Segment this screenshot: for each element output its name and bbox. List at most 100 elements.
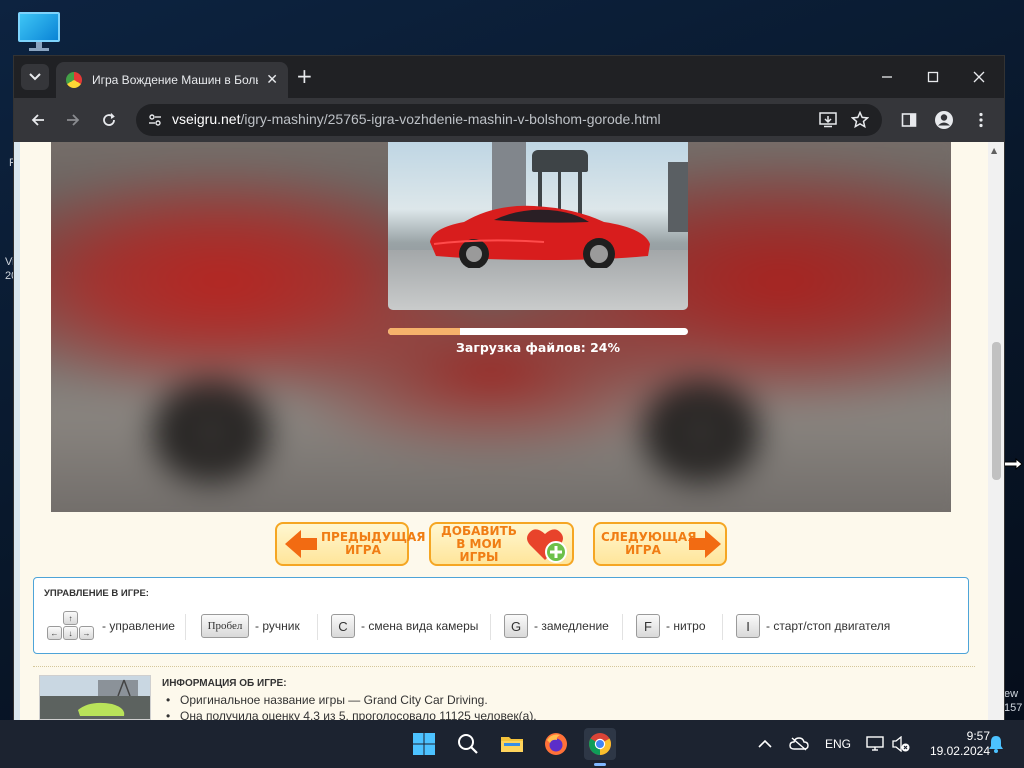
game-info-title: ИНФОРМАЦИЯ ОБ ИГРЕ: [162,678,287,689]
install-app-icon[interactable] [818,110,838,130]
this-pc-icon[interactable] [18,10,60,51]
page-left-border [14,142,20,720]
previous-game-label: ПРЕДЫДУЩАЯ ИГРА [321,530,426,557]
network-tray-icon[interactable] [866,720,884,768]
input-language[interactable]: ENG [825,720,851,768]
list-item: Она получила оценку 4.3 из 5, проголосов… [162,708,537,720]
clock-date: 19.02.2024 [929,744,990,758]
notifications-button[interactable] [988,720,1004,768]
cloud-off-icon [789,737,809,751]
loading-label: Загрузка файлов: 24% [456,340,620,355]
game-frame[interactable]: Загрузка файлов: 24% [51,142,951,512]
forward-button[interactable] [61,108,85,132]
tab-search-button[interactable] [21,64,49,90]
controls-title: УПРАВЛЕНИЕ В ИГРЕ: [44,588,149,599]
taskbar: ENG 9:57 19.02.2024 [0,720,1024,768]
browser-window: Игра Вождение Машин в Большом ✕ + vseigr… [14,56,1004,720]
game-info-list: Оригинальное название игры — Grand City … [162,692,537,720]
tab-title: Игра Вождение Машин в Большом [92,73,258,87]
add-to-my-games-button[interactable]: ДОБАВИТЬ В МОИ ИГРЫ [429,522,574,566]
tab-close-icon[interactable]: ✕ [266,72,278,88]
chevron-up-icon [758,739,772,748]
system-clock[interactable]: 9:57 19.02.2024 [914,729,990,759]
maximize-button[interactable] [910,56,956,98]
next-game-button[interactable]: СЛЕДУЮЩАЯ ИГРА [593,522,727,566]
key-f: F [636,614,660,638]
file-explorer-button[interactable] [496,728,528,760]
clock-time: 9:57 [966,729,990,743]
page-viewport: Загрузка файлов: 24% ПРЕДЫДУЩАЯ ИГРА ДОБ… [14,142,1004,720]
key-space: Пробел [201,614,249,638]
menu-button[interactable] [969,108,993,132]
control-desc: - замедление [534,619,609,633]
add-to-my-games-label: ДОБАВИТЬ В МОИ ИГРЫ [441,523,517,564]
reload-button[interactable] [97,108,121,132]
forward-arrow-icon [67,114,80,126]
game-thumbnail[interactable] [39,675,151,720]
divider [33,666,975,667]
volume-muted-icon [892,736,910,752]
control-camera: C - смена вида камеры [331,612,478,640]
new-tab-button[interactable]: + [296,66,313,86]
close-icon [973,71,985,83]
close-window-button[interactable] [956,56,1002,98]
side-panel-button[interactable] [897,108,921,132]
chrome-button[interactable] [584,728,616,766]
control-arrows: ↑ ← ↓ → - управление [46,611,175,641]
browser-toolbar: vseigru.net/igry-mashiny/25765-igra-vozh… [14,98,1004,142]
tab-strip: Игра Вождение Машин в Большом ✕ + [14,56,1004,98]
previous-game-button[interactable]: ПРЕДЫДУЩАЯ ИГРА [275,522,426,566]
page-scrollbar[interactable]: ▲ [988,142,1004,720]
arrow-keys-icon: ↑ ← ↓ → [46,611,96,641]
windows-logo-icon [413,733,435,755]
onedrive-tray-icon[interactable] [789,720,809,768]
control-desc: - нитро [666,619,706,633]
loading-progress-fill [388,328,460,335]
bell-icon [989,736,1003,753]
profile-button[interactable] [932,108,956,132]
loading-progress-bar [388,328,688,335]
start-button[interactable] [408,728,440,760]
game-preview-image [388,142,688,310]
url-text[interactable]: vseigru.net/igry-mashiny/25765-igra-vozh… [172,111,661,127]
firefox-icon [545,733,567,755]
side-panel-icon [901,113,917,127]
url-host: vseigru.net [172,111,241,127]
back-button[interactable] [26,108,50,132]
tab-active[interactable]: Игра Вождение Машин в Большом ✕ [56,62,288,98]
folder-icon [501,737,523,752]
minimize-button[interactable] [864,56,910,98]
control-desc: - управление [102,619,175,633]
scroll-up-arrow-icon[interactable]: ▲ [991,146,997,155]
back-arrow-icon [31,114,44,126]
reload-icon [103,113,115,126]
control-desc: - ручник [255,619,300,633]
key-g: G [504,614,528,638]
more-vertical-icon [979,112,983,128]
control-slowmo: G - замедление [504,612,609,640]
site-favicon-icon [66,72,82,88]
tray-overflow-button[interactable] [758,720,772,768]
game-controls-panel: УПРАВЛЕНИЕ В ИГРЕ: ↑ ← ↓ → - управление … [33,577,969,654]
search-button[interactable] [452,728,484,760]
list-item: Оригинальное название игры — Grand City … [162,692,537,708]
bookmark-star-icon[interactable] [850,110,870,130]
control-desc: - смена вида камеры [361,619,479,633]
firefox-button[interactable] [540,728,572,760]
chevron-down-icon [29,73,41,81]
profile-icon [935,111,953,129]
desktop-edge-text: 157 [1004,702,1023,714]
address-bar[interactable]: vseigru.net/igry-mashiny/25765-igra-vozh… [136,104,882,136]
key-i: I [736,614,760,638]
scrollbar-thumb[interactable] [992,342,1001,480]
heart-plus-icon [527,529,567,563]
maximize-icon [927,71,939,83]
volume-tray-icon[interactable] [892,720,910,768]
control-space: Пробел - ручник [201,612,300,640]
search-icon [458,734,478,754]
network-icon [866,736,884,751]
desktop-edge-text: ew [1004,688,1019,700]
control-engine: I - старт/стоп двигателя [736,612,890,640]
control-desc: - старт/стоп двигателя [766,619,891,633]
site-info-icon[interactable] [146,111,164,129]
